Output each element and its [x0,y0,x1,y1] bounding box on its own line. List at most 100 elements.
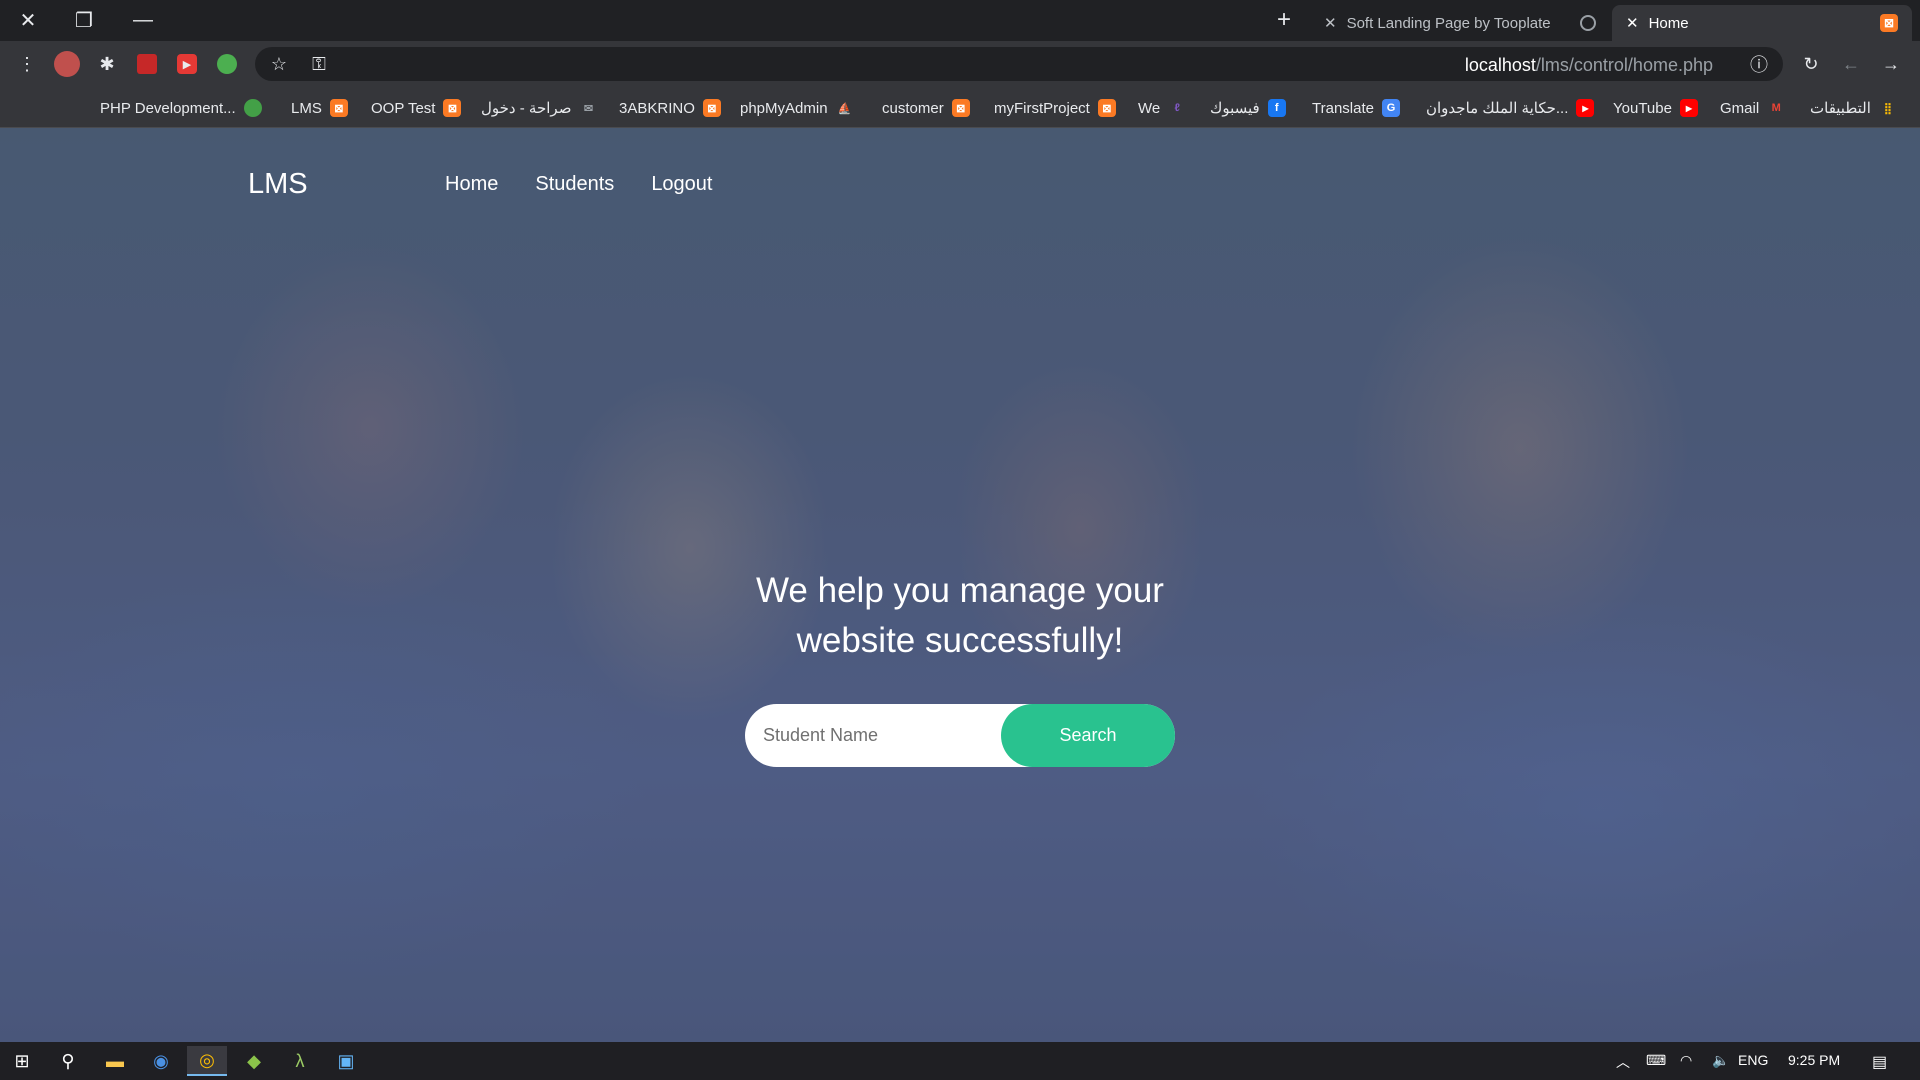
url-text[interactable]: localhost/lms/control/home.php [1465,55,1713,76]
nav-home[interactable]: Home [445,173,498,196]
bookmark-label: phpMyAdmin [740,99,828,117]
facebook-icon: f [1267,99,1286,117]
site-brand[interactable]: LMS [248,168,308,201]
bookmark-label: حكاية الملك ماجدوان... [1426,100,1569,117]
bookmark-we[interactable]: We ℓ [1138,96,1186,120]
mail-icon: ✉ [583,102,594,115]
bookmark-star-icon[interactable]: ☆ [265,50,293,78]
site-nav: Home Students Logout [445,173,712,196]
bookmark-label: 3ABKRINO [619,99,695,117]
xampp-icon: ⊠ [1097,99,1116,117]
nav-students[interactable]: Students [535,173,614,196]
page-content: LMS Home Students Logout We help you man… [0,128,1920,1042]
bookmark-label: OOP Test [371,99,436,117]
bookmark-oop-test[interactable]: OOP Test ⊠ [371,96,462,120]
key-icon[interactable]: ⚿ [305,50,333,78]
bookmark-phpmyadmin[interactable]: phpMyAdmin ⛵ [740,96,854,120]
reload-icon[interactable]: ↻ [1797,50,1825,78]
apps-grid-icon: ⣿ [1883,102,1892,115]
bookmark-label: LMS [291,99,322,117]
phpmyadmin-icon: ⛵ [837,102,852,115]
bookmark-customer[interactable]: customer ⊠ [882,96,970,120]
bookmarks-bar: PHP Development... LMS ⊠ OOP Test ⊠ صراحة … [0,87,1920,128]
search-button[interactable]: Search [1001,704,1175,767]
xampp-icon: ⊠ [702,99,721,117]
bookmark-label: صراحة - دخول [481,100,572,117]
tab-home[interactable]: ✕ Home ⊠ [1612,5,1912,41]
close-window-icon[interactable]: ✕ [14,6,42,34]
new-tab-button[interactable]: + [1270,6,1298,34]
bookmark-facebook[interactable]: فيسبوك f [1210,96,1286,120]
minimize-window-icon[interactable]: — [129,6,157,34]
hero-heading: We help you manage your website successf… [660,566,1260,666]
close-tab-icon[interactable]: ✕ [1324,14,1337,32]
browser-toolbar: ⋮ ✱ ▶ ☆ ⚿ localhost/lms/control/home.php… [0,41,1920,87]
we-icon: ℓ [1174,102,1180,114]
app-green-icon[interactable]: ◆ [234,1046,274,1076]
language-indicator[interactable]: ENG [1738,1052,1768,1068]
clock[interactable]: 9:25 PM [1788,1052,1840,1068]
tab-label: Home [1648,14,1689,32]
nav-logout[interactable]: Logout [651,173,712,196]
windows-taskbar: ⊞ ⚲ ▬ ◉ ◎ ◆ λ ▣ ︿ ⌨ ◠ 🔈 ENG 9:25 PM ▤ [0,1042,1920,1080]
windows-start-icon[interactable]: ⊞ [2,1046,42,1076]
extension-game-icon[interactable] [133,50,161,78]
bookmark-label: We [1138,99,1161,117]
gmail-icon: M [1771,102,1781,114]
tray-keyboard-icon[interactable]: ⌨ [1646,1052,1666,1069]
bookmark-label: فيسبوك [1210,100,1260,117]
xampp-icon: ⊠ [1880,14,1898,32]
hero-line-1: We help you manage your [756,571,1164,610]
xampp-icon: ⊠ [443,99,462,117]
bookmark-hekayat[interactable]: حكاية الملك ماجدوان... ▶ [1426,96,1595,120]
bookmark-label: Translate [1312,99,1374,117]
app-editor-icon[interactable]: ▣ [326,1046,366,1076]
hero-line-2: website successfully! [796,621,1124,660]
app-blue-icon[interactable]: ◉ [141,1046,181,1076]
bookmark-translate[interactable]: Translate G [1312,96,1400,120]
url-path: /lms/control/home.php [1535,55,1713,75]
bookmark-label: YouTube [1613,99,1672,117]
address-bar[interactable]: ☆ ⚿ localhost/lms/control/home.php ⓘ [255,47,1783,81]
bookmark-lms[interactable]: LMS ⊠ [291,96,348,120]
volume-icon[interactable]: 🔈 [1712,1052,1729,1069]
search-form: Search [745,704,1175,767]
xampp-icon: ⊠ [951,99,970,117]
bookmark-apps[interactable]: التطبيقات ⣿ [1810,96,1897,120]
site-info-icon[interactable]: ⓘ [1745,50,1773,78]
translate-icon: G [1381,99,1400,117]
bookmark-label: customer [882,99,944,117]
wifi-icon[interactable]: ◠ [1680,1052,1692,1069]
student-name-input[interactable] [763,704,1003,767]
profile-avatar-icon[interactable] [53,50,81,78]
bookmark-saraha[interactable]: صراحة - دخول ✉ [481,96,597,120]
close-tab-icon[interactable]: ✕ [1626,14,1639,32]
extensions-icon[interactable]: ✱ [93,50,121,78]
bookmark-myfirstproject[interactable]: myFirstProject ⊠ [994,96,1116,120]
browser-tab-bar: ✕ ❐ — + ✕ Soft Landing Page by Tooplate … [0,0,1920,41]
extension-globe-icon[interactable] [213,50,241,78]
file-explorer-icon[interactable]: ▬ [95,1046,135,1076]
extension-red-icon[interactable]: ▶ [173,50,201,78]
bookmark-label: التطبيقات [1810,100,1871,117]
restore-window-icon[interactable]: ❐ [70,6,98,34]
action-center-icon[interactable]: ▤ [1872,1052,1887,1072]
tab-soft-landing[interactable]: ✕ Soft Landing Page by Tooplate [1310,5,1610,41]
globe-icon [1580,15,1596,31]
tab-label: Soft Landing Page by Tooplate [1346,14,1551,32]
forward-icon[interactable]: → [1877,50,1905,78]
lambda-app-icon[interactable]: λ [280,1046,320,1076]
menu-kebab-icon[interactable]: ⋮ [13,50,41,78]
back-icon[interactable]: ← [1837,50,1865,78]
tray-chevron-icon[interactable]: ︿ [1616,1052,1630,1072]
bookmark-gmail[interactable]: Gmail M [1720,96,1785,120]
search-icon[interactable]: ⚲ [48,1046,88,1076]
bookmark-label: PHP Development... [100,99,236,117]
globe-green-icon [243,99,262,117]
bookmark-3abkrino[interactable]: 3ABKRINO ⊠ [619,96,721,120]
bookmark-php-development[interactable]: PHP Development... [100,96,262,120]
bookmark-label: myFirstProject [994,99,1090,117]
url-host: localhost [1464,55,1536,75]
chrome-icon[interactable]: ◎ [187,1046,227,1076]
bookmark-youtube[interactable]: YouTube ▶ [1613,96,1698,120]
